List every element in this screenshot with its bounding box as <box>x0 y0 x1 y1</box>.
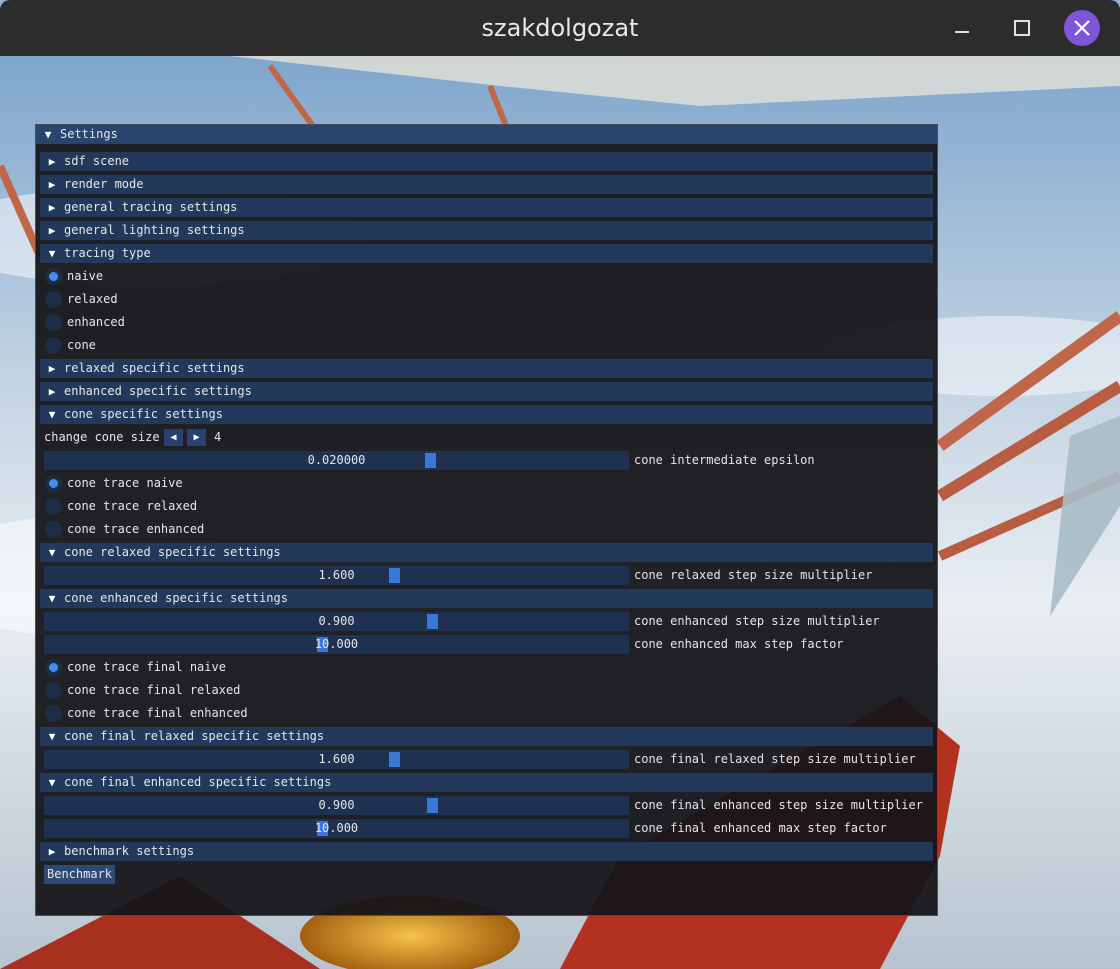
cone-intermediate-epsilon-label: cone intermediate epsilon <box>634 453 815 467</box>
radio-cone-trace-final-naive[interactable]: cone trace final naive <box>36 658 937 678</box>
cone-relaxed-step-row: 1.600 cone relaxed step size multiplier <box>36 566 937 586</box>
cone-enhanced-max-slider[interactable]: 10.000 <box>44 635 629 654</box>
cone-enhanced-step-slider[interactable]: 0.900 <box>44 612 629 631</box>
radio-cone-trace-final-enhanced[interactable]: cone trace final enhanced <box>36 704 937 724</box>
header-cone-final-enhanced-specific-settings[interactable]: ▼ cone final enhanced specific settings <box>40 773 933 792</box>
triangle-right-icon: ▶ <box>193 432 200 443</box>
header-cone-final-relaxed-specific-settings[interactable]: ▼ cone final relaxed specific settings <box>40 727 933 746</box>
cone-enhanced-max-label: cone enhanced max step factor <box>634 637 844 651</box>
header-general-lighting-settings[interactable]: ▶ general lighting settings <box>40 221 933 240</box>
triangle-right-icon: ▶ <box>48 845 56 858</box>
triangle-down-icon: ▼ <box>48 546 56 559</box>
triangle-down-icon: ▼ <box>48 592 56 605</box>
triangle-left-icon: ◀ <box>170 432 177 443</box>
triangle-down-icon: ▼ <box>48 776 56 789</box>
radio-button[interactable] <box>45 498 62 515</box>
radio-cone-trace-relaxed[interactable]: cone trace relaxed <box>36 497 937 517</box>
radio-button[interactable] <box>45 705 62 722</box>
header-cone-relaxed-specific-settings[interactable]: ▼ cone relaxed specific settings <box>40 543 933 562</box>
radio-naive[interactable]: naive <box>36 267 937 287</box>
cone-enhanced-max-row: 10.000 cone enhanced max step factor <box>36 635 937 655</box>
settings-titlebar[interactable]: ▼ Settings <box>36 125 937 144</box>
close-icon[interactable] <box>1064 10 1100 46</box>
maximize-icon[interactable] <box>1004 10 1040 46</box>
cone-relaxed-step-slider[interactable]: 1.600 <box>44 566 629 585</box>
radio-button[interactable] <box>45 475 62 492</box>
radio-button[interactable] <box>45 521 62 538</box>
header-cone-specific-settings[interactable]: ▼ cone specific settings <box>40 405 933 424</box>
cone-enhanced-step-row: 0.900 cone enhanced step size multiplier <box>36 612 937 632</box>
cone-final-enhanced-max-slider[interactable]: 10.000 <box>44 819 629 838</box>
triangle-down-icon: ▼ <box>48 730 56 743</box>
radio-button[interactable] <box>45 314 62 331</box>
header-render-mode[interactable]: ▶ render mode <box>40 175 933 194</box>
cone-final-relaxed-step-label: cone final relaxed step size multiplier <box>634 752 916 766</box>
triangle-right-icon: ▶ <box>48 201 56 214</box>
radio-cone[interactable]: cone <box>36 336 937 356</box>
header-tracing-type[interactable]: ▼ tracing type <box>40 244 933 263</box>
window-titlebar: szakdolgozat <box>0 0 1120 56</box>
radio-cone-trace-enhanced[interactable]: cone trace enhanced <box>36 520 937 540</box>
triangle-right-icon: ▶ <box>48 155 56 168</box>
cone-enhanced-step-label: cone enhanced step size multiplier <box>634 614 880 628</box>
radio-button[interactable] <box>45 291 62 308</box>
cone-final-enhanced-max-label: cone final enhanced max step factor <box>634 821 887 835</box>
cone-intermediate-epsilon-slider[interactable]: 0.020000 <box>44 451 629 470</box>
triangle-down-icon[interactable]: ▼ <box>41 125 55 144</box>
settings-title: Settings <box>60 127 118 141</box>
cone-final-enhanced-step-slider[interactable]: 0.900 <box>44 796 629 815</box>
cone-final-enhanced-step-label: cone final enhanced step size multiplier <box>634 798 923 812</box>
triangle-right-icon: ▶ <box>48 362 56 375</box>
triangle-down-icon: ▼ <box>48 408 56 421</box>
cone-final-relaxed-step-row: 1.600 cone final relaxed step size multi… <box>36 750 937 770</box>
radio-button[interactable] <box>45 337 62 354</box>
cone-size-row: change cone size ◀ ▶ 4 <box>36 428 937 448</box>
header-sdf-scene[interactable]: ▶ sdf scene <box>40 152 933 171</box>
minimize-icon[interactable] <box>944 10 980 46</box>
cone-relaxed-step-label: cone relaxed step size multiplier <box>634 568 873 582</box>
radio-cone-trace-naive[interactable]: cone trace naive <box>36 474 937 494</box>
header-enhanced-specific-settings[interactable]: ▶ enhanced specific settings <box>40 382 933 401</box>
triangle-down-icon: ▼ <box>48 247 56 260</box>
cone-final-relaxed-step-slider[interactable]: 1.600 <box>44 750 629 769</box>
radio-relaxed[interactable]: relaxed <box>36 290 937 310</box>
radio-button[interactable] <box>45 682 62 699</box>
cone-intermediate-epsilon-row: 0.020000 cone intermediate epsilon <box>36 451 937 471</box>
radio-enhanced[interactable]: enhanced <box>36 313 937 333</box>
triangle-right-icon: ▶ <box>48 178 56 191</box>
cone-size-increase-button[interactable]: ▶ <box>187 429 206 446</box>
cone-final-enhanced-max-row: 10.000 cone final enhanced max step fact… <box>36 819 937 839</box>
benchmark-button[interactable]: Benchmark <box>44 865 116 884</box>
header-general-tracing-settings[interactable]: ▶ general tracing settings <box>40 198 933 217</box>
radio-cone-trace-final-relaxed[interactable]: cone trace final relaxed <box>36 681 937 701</box>
cone-final-enhanced-step-row: 0.900 cone final enhanced step size mult… <box>36 796 937 816</box>
radio-button[interactable] <box>45 268 62 285</box>
triangle-right-icon: ▶ <box>48 224 56 237</box>
triangle-right-icon: ▶ <box>48 385 56 398</box>
header-cone-enhanced-specific-settings[interactable]: ▼ cone enhanced specific settings <box>40 589 933 608</box>
cone-size-decrease-button[interactable]: ◀ <box>164 429 183 446</box>
settings-window: ▼ Settings ▶ sdf scene ▶ render mode ▶ gener… <box>35 124 938 916</box>
cone-size-value: 4 <box>214 430 222 444</box>
cone-size-label: change cone size <box>44 430 160 444</box>
header-benchmark-settings[interactable]: ▶ benchmark settings <box>40 842 933 861</box>
header-relaxed-specific-settings[interactable]: ▶ relaxed specific settings <box>40 359 933 378</box>
radio-button[interactable] <box>45 659 62 676</box>
